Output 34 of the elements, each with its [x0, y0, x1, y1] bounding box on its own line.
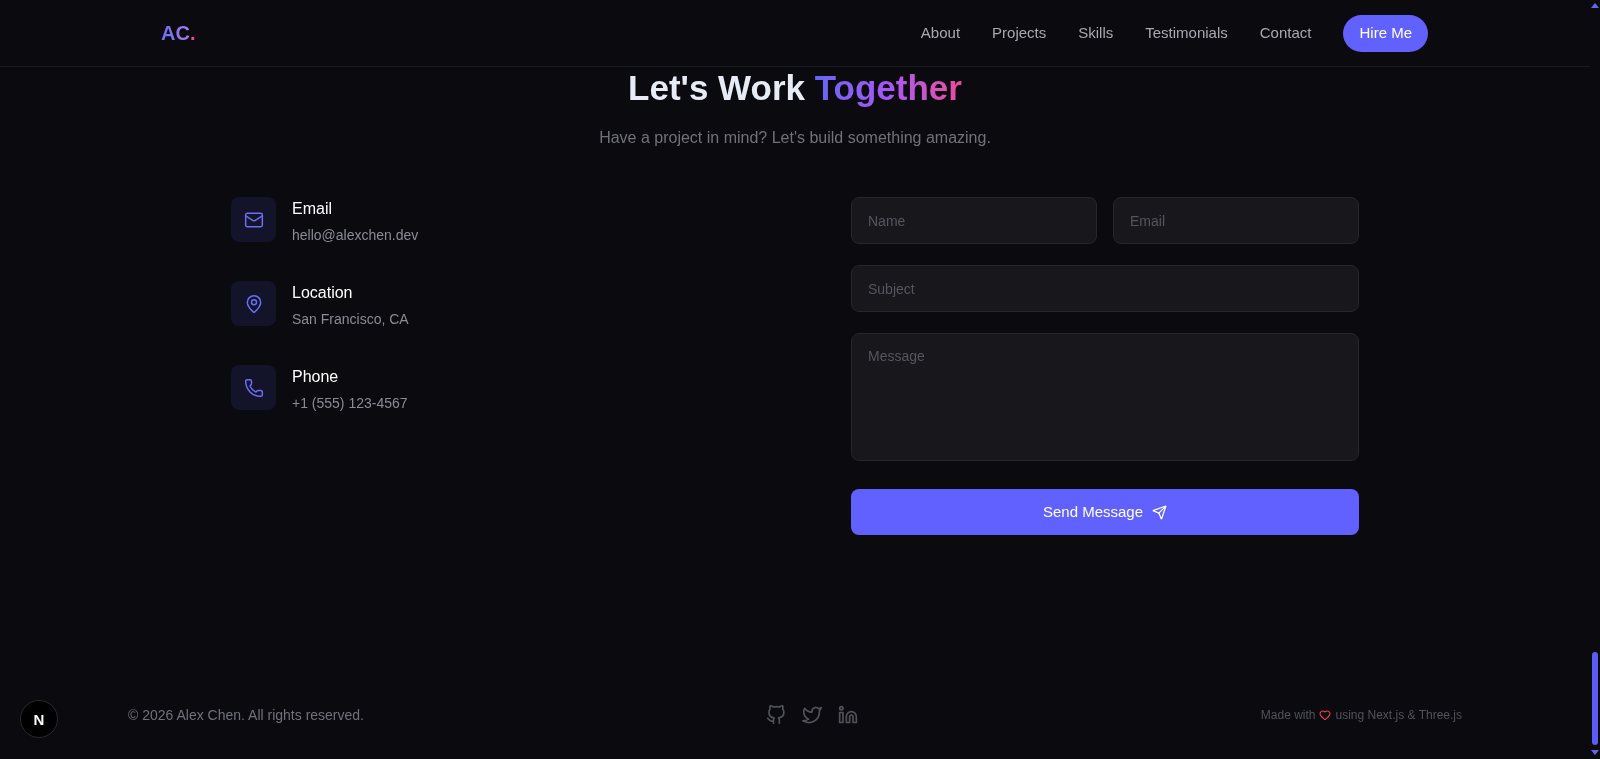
contact-value: hello@alexchen.dev	[292, 226, 419, 245]
message-textarea[interactable]: Message	[851, 333, 1359, 461]
heart-icon	[1319, 709, 1332, 721]
nav-link[interactable]: Skills	[1078, 23, 1114, 43]
nav-link[interactable]: Projects	[992, 23, 1047, 43]
contact-label: Email	[292, 199, 333, 219]
text-input-field[interactable]: Name	[851, 197, 1097, 244]
credit-text: using Next.js & Three.js	[1335, 707, 1462, 723]
section-subtitle: Have a project in mind? Let's build something amazing.	[599, 128, 991, 148]
section-title: Let's Work Together	[628, 68, 962, 108]
scroll-up-arrow-icon[interactable]	[1591, 3, 1599, 8]
contact-value: San Francisco, CA	[292, 310, 409, 329]
scroll-down-arrow-icon[interactable]	[1591, 750, 1599, 755]
round-logo-button[interactable]: N	[20, 700, 58, 738]
scrollbar-thumb[interactable]	[1592, 652, 1598, 745]
map-pin-icon	[231, 281, 276, 326]
nav-link[interactable]: Testimonials	[1145, 23, 1228, 43]
github-icon[interactable]	[766, 705, 787, 725]
nav-link[interactable]: About	[920, 23, 961, 43]
linkedin-icon[interactable]	[838, 705, 859, 725]
text-input-field[interactable]: Subject	[851, 265, 1359, 312]
twitter-icon[interactable]	[802, 705, 823, 725]
paper-plane-icon	[1152, 504, 1168, 520]
envelope-icon	[231, 197, 276, 242]
phone-icon	[231, 365, 276, 410]
credit-text: Made with	[1260, 707, 1316, 723]
text-input-field[interactable]: Email	[1113, 197, 1359, 244]
contact-label: Location	[292, 283, 354, 303]
send-message-button[interactable]: Send Message	[851, 489, 1359, 535]
copyright-text: © 2026 Alex Chen. All rights reserved.	[128, 706, 364, 725]
contact-value: +1 (555) 123-4567	[292, 394, 408, 413]
contact-label: Phone	[292, 367, 340, 387]
hire-me-button[interactable]: Hire Me	[1343, 14, 1428, 52]
nav-link[interactable]: Contact	[1259, 23, 1312, 43]
